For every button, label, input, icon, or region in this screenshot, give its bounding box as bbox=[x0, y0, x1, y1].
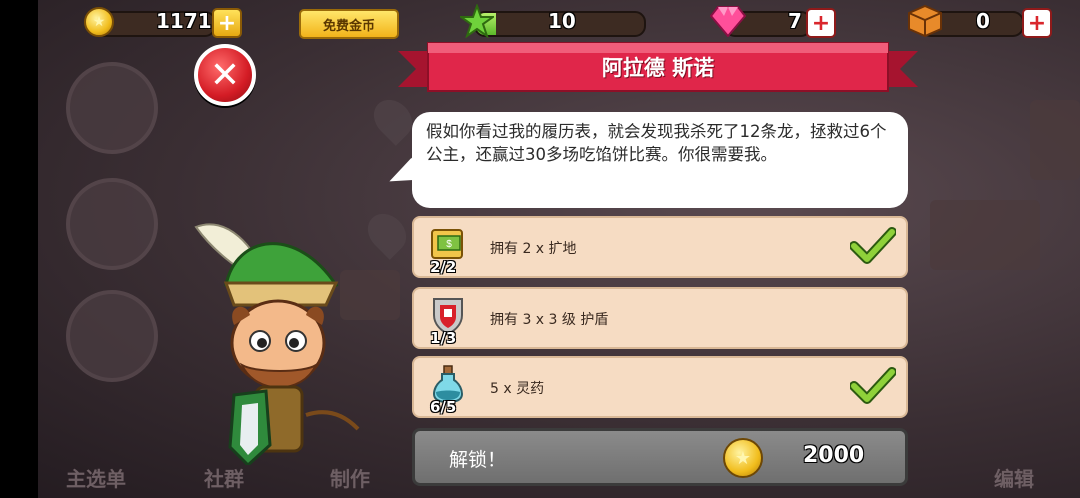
svg-text:$: $ bbox=[446, 239, 452, 250]
requirement-row-potion: 6/5 5 x 灵药 bbox=[412, 356, 908, 418]
xp-level: 10 bbox=[548, 9, 576, 33]
requirement-count: 1/3 bbox=[430, 329, 457, 347]
bottom-tab-main[interactable]: 主选单 bbox=[66, 463, 126, 492]
unlock-label: 解锁！ bbox=[449, 449, 507, 471]
hero-portrait bbox=[194, 223, 360, 465]
unlock-price: 2000 bbox=[803, 443, 865, 468]
speech-bubble: 假如你看过我的履历表，就会发现我杀死了12条龙，拯救过6个公主，还赢过30多场吃… bbox=[412, 112, 908, 208]
star-icon bbox=[460, 4, 494, 38]
requirement-count: 2/2 bbox=[430, 258, 457, 276]
gem-icon bbox=[710, 6, 746, 37]
add-crates-button[interactable]: + bbox=[1022, 8, 1052, 38]
coin-icon: ★ bbox=[723, 438, 763, 478]
game-screen: 主选单 社群 制作 编辑 ★ 11715 + 免费金币 10 7 + 0 + ✕… bbox=[0, 0, 1080, 498]
bg-map-pin-2 bbox=[360, 206, 414, 260]
checkmark-icon bbox=[850, 227, 896, 264]
gem-value: 7 bbox=[788, 9, 802, 33]
coin-icon: ★ bbox=[84, 7, 114, 37]
requirement-row-land: $ 2/2 拥有 2 x 扩地 bbox=[412, 216, 908, 278]
requirement-label: 拥有 3 x 3 级 护盾 bbox=[490, 312, 609, 328]
requirement-label: 5 x 灵药 bbox=[490, 381, 545, 397]
crate-value: 0 bbox=[976, 9, 990, 33]
free-coins-button[interactable]: 免费金币 bbox=[299, 9, 399, 39]
close-button[interactable]: ✕ bbox=[194, 44, 256, 106]
requirement-row-shield: 1/3 拥有 3 x 3 级 护盾 bbox=[412, 287, 908, 349]
bg-avatar-2 bbox=[66, 178, 158, 270]
bg-avatar-1 bbox=[66, 62, 158, 154]
requirement-label: 拥有 2 x 扩地 bbox=[490, 241, 577, 257]
requirement-count: 6/5 bbox=[430, 398, 457, 416]
bottom-tab-community[interactable]: 社群 bbox=[204, 463, 244, 492]
bottom-tab-craft[interactable]: 制作 bbox=[330, 463, 370, 492]
bg-building-1 bbox=[1030, 100, 1080, 180]
add-coins-button[interactable]: + bbox=[212, 8, 242, 38]
hero-name-ribbon: 阿拉德 斯诺 bbox=[398, 41, 918, 97]
checkmark-icon bbox=[850, 367, 896, 404]
add-gems-button[interactable]: + bbox=[806, 8, 836, 38]
bg-avatar-3 bbox=[66, 290, 158, 382]
bottom-tab-edit[interactable]: 编辑 bbox=[994, 463, 1034, 492]
bg-building-2 bbox=[930, 200, 1040, 270]
crate-icon bbox=[908, 5, 942, 37]
screen-edge bbox=[0, 0, 38, 498]
unlock-button[interactable]: 解锁！ ★ 2000 bbox=[412, 428, 908, 486]
hero-name: 阿拉德 斯诺 bbox=[601, 56, 715, 80]
